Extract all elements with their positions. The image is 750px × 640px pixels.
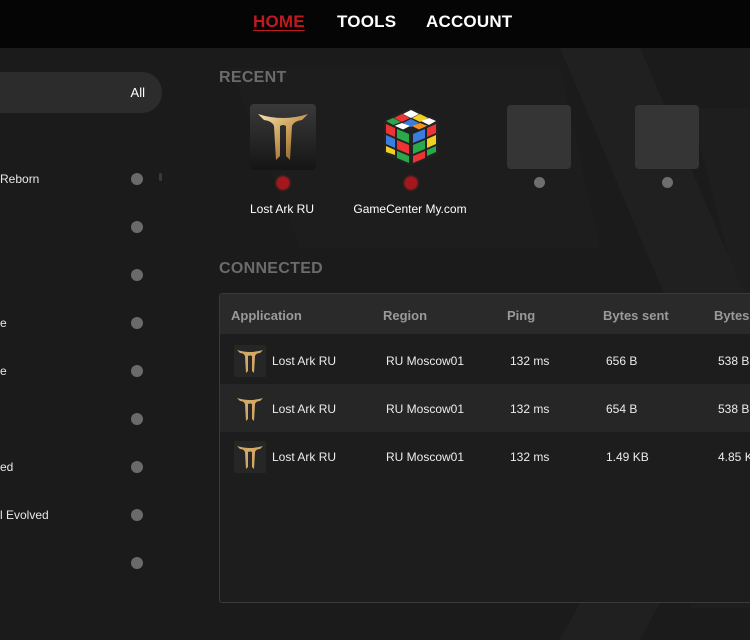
sidebar-game-label: e (0, 316, 7, 330)
status-active-dot (405, 177, 417, 189)
rubiks-cube-icon (384, 108, 438, 166)
column-header-region[interactable]: Region (383, 308, 427, 323)
status-inactive-dot (534, 177, 545, 188)
cell-application: Lost Ark RU (272, 450, 337, 464)
sidebar-game-label: ed (0, 460, 14, 474)
table-row[interactable]: Lost Ark RU RU Moscow01 132 ms 654 B 538… (220, 384, 750, 432)
game-status-dot (131, 461, 143, 473)
sidebar-game-label: e (0, 364, 7, 378)
cell-bytes-received: 538 B (718, 402, 750, 416)
game-status-dot (131, 269, 143, 281)
filter-dropdown[interactable]: All (0, 72, 162, 113)
sidebar-game-label: Reborn (0, 172, 40, 186)
connections-table: Application Region Ping Bytes sent Bytes… (219, 293, 750, 603)
recent-item-label: Lost Ark RU (249, 202, 315, 216)
column-header-ping[interactable]: Ping (507, 308, 535, 323)
cell-bytes-sent: 654 B (606, 402, 638, 416)
sidebar-game-label: l Evolved (0, 508, 49, 522)
column-header-bytes-received[interactable]: Bytes (714, 308, 749, 323)
empty-slot-icon (507, 105, 571, 169)
cell-application: Lost Ark RU (272, 402, 337, 416)
cell-ping: 132 ms (510, 450, 550, 464)
nav-home[interactable]: HOME (253, 12, 305, 32)
cell-bytes-received: 538 B (718, 354, 750, 368)
filter-value: All (130, 85, 145, 100)
cell-bytes-sent: 1.49 KB (606, 450, 649, 464)
sidebar-scrollbar[interactable] (159, 173, 162, 181)
recent-item-label: GameCenter My.com (353, 202, 467, 216)
empty-slot-icon (635, 105, 699, 169)
sidebar-game-item[interactable]: ed (0, 457, 150, 477)
cell-application: Lost Ark RU (272, 354, 337, 368)
sidebar-game-item[interactable]: e (0, 313, 150, 333)
cell-region: RU Moscow01 (386, 450, 465, 464)
cell-region: RU Moscow01 (386, 354, 465, 368)
sidebar-game-item[interactable] (0, 409, 150, 429)
cell-ping: 132 ms (510, 402, 550, 416)
nav-account[interactable]: ACCOUNT (426, 12, 512, 32)
table-row[interactable]: Lost Ark RU RU Moscow01 132 ms 656 B 538… (220, 336, 750, 384)
sidebar-game-item[interactable]: e (0, 361, 150, 381)
column-header-application[interactable]: Application (231, 308, 302, 323)
lost-ark-icon (250, 104, 316, 170)
game-status-dot (131, 365, 143, 377)
sidebar-game-item[interactable]: l Evolved (0, 505, 150, 525)
sidebar-game-item[interactable] (0, 553, 150, 573)
cell-ping: 132 ms (510, 354, 550, 368)
status-active-dot (277, 177, 289, 189)
game-status-dot (131, 557, 143, 569)
lost-ark-icon (234, 393, 266, 425)
game-status-dot (131, 173, 143, 185)
cell-bytes-received: 4.85 K (718, 450, 750, 464)
lost-ark-icon (234, 345, 266, 377)
nav-tools[interactable]: TOOLS (337, 12, 396, 32)
top-nav-bar: HOME TOOLS ACCOUNT (0, 0, 750, 48)
game-status-dot (131, 317, 143, 329)
sidebar-game-item[interactable] (0, 265, 150, 285)
table-row[interactable]: Lost Ark RU RU Moscow01 132 ms 1.49 KB 4… (220, 432, 750, 480)
game-status-dot (131, 509, 143, 521)
status-inactive-dot (662, 177, 673, 188)
game-status-dot (131, 413, 143, 425)
connected-section-title: CONNECTED (219, 260, 324, 277)
games-sidebar: All Reborn e e ed l Evolved (0, 48, 190, 640)
lost-ark-icon (234, 441, 266, 473)
column-header-bytes-sent[interactable]: Bytes sent (603, 308, 669, 323)
cell-region: RU Moscow01 (386, 402, 465, 416)
cell-bytes-sent: 656 B (606, 354, 638, 368)
sidebar-game-item[interactable] (0, 217, 150, 237)
table-header: Application Region Ping Bytes sent Bytes (220, 294, 750, 334)
game-status-dot (131, 221, 143, 233)
recent-section-title: RECENT (219, 69, 287, 86)
sidebar-game-item[interactable]: Reborn (0, 169, 150, 189)
